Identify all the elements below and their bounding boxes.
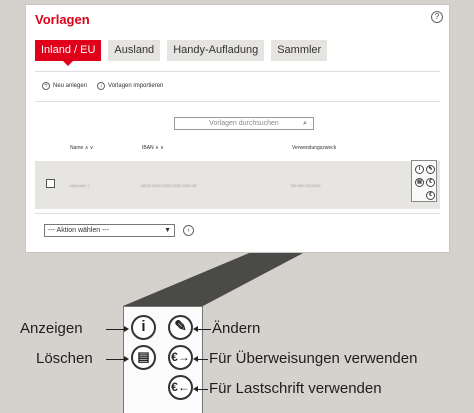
search-input[interactable]: Vorlagen durchsuchen ⌕	[174, 117, 314, 130]
import-templates-button[interactable]: ↓ Vorlagen importieren	[97, 82, 163, 90]
arrow-right-icon	[124, 356, 129, 362]
row-checkbox[interactable]	[46, 179, 55, 188]
info-icon: i	[131, 315, 156, 340]
connector	[198, 329, 211, 330]
import-templates-label: Vorlagen importieren	[108, 83, 164, 89]
connector	[106, 329, 124, 330]
legend-transfer-label: Für Überweisungen verwenden	[209, 350, 418, 367]
tab-ausland[interactable]: Ausland	[108, 40, 161, 61]
legend-delete-label: Löschen	[36, 350, 93, 367]
tab-handy-aufladung[interactable]: Handy-Aufladung	[167, 40, 265, 61]
connector	[198, 359, 208, 360]
info-icon[interactable]: i	[415, 165, 424, 174]
page-title: Vorlagen	[35, 12, 90, 27]
connector	[198, 389, 208, 390]
bulk-action-value: --- Aktion wählen ---	[48, 227, 110, 234]
tab-bar: Inland / EU Ausland Handy-Aufladung Samm…	[35, 40, 328, 66]
row-name: Haendler 1	[70, 183, 90, 188]
euro-arrow-right-icon: €→	[168, 345, 193, 370]
column-purpose: Verwendungszweck	[292, 145, 337, 151]
plus-icon: +	[42, 82, 50, 90]
import-icon: ↓	[97, 82, 106, 90]
legend-show-label: Anzeigen	[20, 320, 83, 337]
templates-panel: Vorlagen ? Inland / EU Ausland Handy-Auf…	[25, 4, 450, 253]
arrow-right-icon	[124, 326, 129, 332]
row-iban: DE00 0000 0000 0000 0000 00	[141, 183, 197, 188]
pencil-icon[interactable]: ✎	[426, 165, 435, 174]
euro-arrow-left-icon: €←	[168, 375, 193, 400]
table-row[interactable]: Haendler 1 DE00 0000 0000 0000 0000 00 R…	[35, 161, 440, 209]
chevron-down-icon: ▼	[164, 227, 171, 234]
euro-arrow-right-icon[interactable]: €	[426, 178, 435, 187]
tab-inland-eu[interactable]: Inland / EU	[35, 40, 102, 66]
new-template-button[interactable]: + Neu anlegen	[42, 82, 87, 90]
zoom-legend-box: i ✎ ▤ €→ €←	[123, 306, 203, 413]
divider	[35, 71, 440, 72]
trash-icon[interactable]: ▤	[415, 178, 424, 187]
divider	[35, 101, 440, 102]
search-icon[interactable]: ⌕	[303, 118, 307, 129]
new-template-label: Neu anlegen	[53, 83, 88, 89]
bulk-action-select[interactable]: --- Aktion wählen --- ▼	[44, 224, 175, 237]
column-name[interactable]: Name ∧ ∨	[70, 145, 93, 151]
pencil-icon: ✎	[168, 315, 193, 340]
help-icon[interactable]: ?	[431, 11, 443, 23]
column-iban[interactable]: IBAN ∧ ∨	[142, 145, 164, 151]
search-placeholder: Vorlagen durchsuchen	[209, 120, 279, 127]
row-action-icons: i ✎ ▤ € €	[411, 160, 437, 202]
euro-arrow-left-icon[interactable]: €	[426, 191, 435, 200]
tab-sammler[interactable]: Sammler	[271, 40, 328, 61]
legend-debit-label: Für Lastschrift verwenden	[209, 380, 382, 397]
connector	[106, 359, 124, 360]
go-button[interactable]: ›	[183, 225, 194, 236]
legend-edit-label: Ändern	[212, 320, 261, 337]
trash-icon: ▤	[131, 345, 156, 370]
divider	[35, 213, 440, 214]
top-actions: + Neu anlegen ↓ Vorlagen importieren	[42, 82, 163, 90]
row-purpose: RE-NR 2412403	[291, 183, 321, 188]
